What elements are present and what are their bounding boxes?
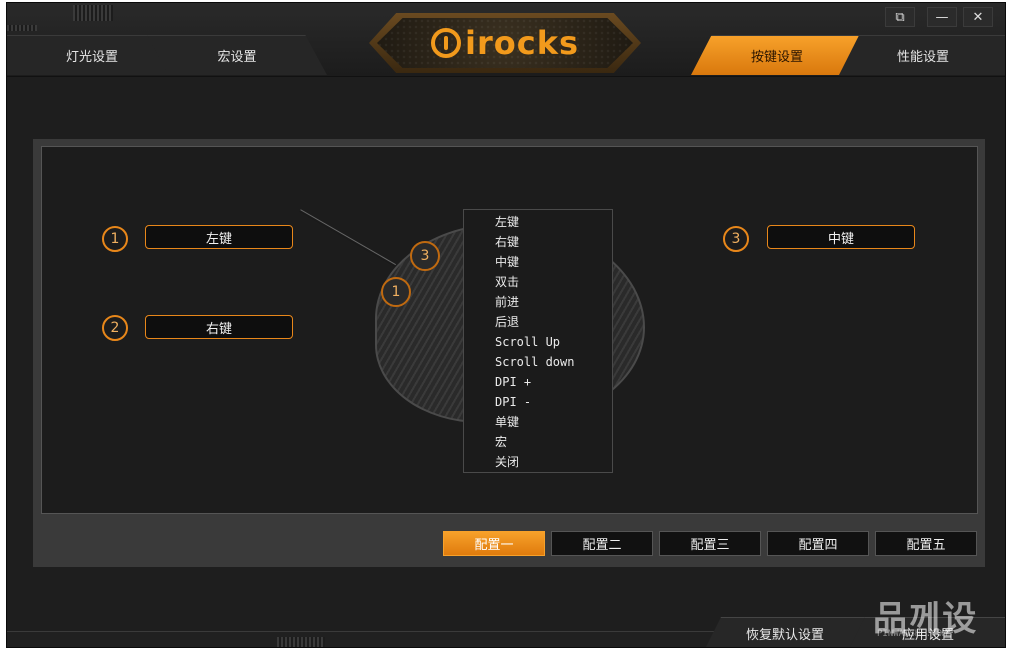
grip-decoration xyxy=(73,5,113,21)
close-icon: ✕ xyxy=(972,9,984,25)
minimize-icon: — xyxy=(935,9,949,25)
dropdown-item[interactable]: 单键 xyxy=(464,412,612,432)
reset-defaults-button[interactable]: 恢复默认设置 xyxy=(705,617,865,647)
tab-key-settings-label: 按键设置 xyxy=(750,49,803,65)
dropdown-item[interactable]: 右键 xyxy=(464,232,612,252)
tab-lighting-label: 灯光设置 xyxy=(65,49,118,65)
dropdown-item[interactable]: DPI + xyxy=(464,372,612,392)
tab-macro-label: 宏设置 xyxy=(217,49,257,65)
dropdown-item[interactable]: Scroll Up xyxy=(464,332,612,352)
top-bar: 灯光设置 宏设置 按键设置 性能设置 irocks ⧉ — ✕ xyxy=(7,3,1005,77)
grip-decoration-left xyxy=(7,25,37,31)
profile-2-button[interactable]: 配置二 xyxy=(551,531,653,556)
dropdown-item[interactable]: 宏 xyxy=(464,432,612,452)
close-button[interactable]: ✕ xyxy=(963,7,993,27)
tab-performance-label: 性能设置 xyxy=(896,49,949,65)
dropdown-item[interactable]: DPI - xyxy=(464,392,612,412)
profile-3-button[interactable]: 配置三 xyxy=(659,531,761,556)
tab-macro[interactable]: 宏设置 xyxy=(147,35,327,75)
middle-button-assign[interactable]: 中键 xyxy=(767,225,915,249)
reset-defaults-label: 恢复默认设置 xyxy=(745,628,824,643)
restore-button[interactable]: ⧉ xyxy=(885,7,915,27)
left-button-assign[interactable]: 左键 xyxy=(145,225,293,249)
app-window: 灯光设置 宏设置 按键设置 性能设置 irocks ⧉ — ✕ 1 左键 2 右… xyxy=(6,2,1006,648)
watermark-sub: PINWANSHE.COM xyxy=(877,629,948,639)
profile-4-button[interactable]: 配置四 xyxy=(767,531,869,556)
minimize-button[interactable]: — xyxy=(927,7,957,27)
mouse-marker-1[interactable]: 1 xyxy=(381,277,411,307)
profile-5-button[interactable]: 配置五 xyxy=(875,531,977,556)
logo-text: irocks xyxy=(464,24,580,62)
bottom-grip-decoration xyxy=(277,637,325,647)
right-button-assign[interactable]: 右键 xyxy=(145,315,293,339)
dropdown-item[interactable]: Scroll down xyxy=(464,352,612,372)
dropdown-item[interactable]: 双击 xyxy=(464,272,612,292)
key-number-3: 3 xyxy=(723,226,749,252)
key-number-2: 2 xyxy=(102,315,128,341)
restore-icon: ⧉ xyxy=(895,9,905,25)
dropdown-item[interactable]: 前进 xyxy=(464,292,612,312)
tab-performance[interactable]: 性能设置 xyxy=(839,35,1005,75)
dropdown-item[interactable]: 后退 xyxy=(464,312,612,332)
dropdown-item[interactable]: 关闭 xyxy=(464,452,612,472)
mouse-marker-3[interactable]: 3 xyxy=(410,241,440,271)
dropdown-item[interactable]: 左键 xyxy=(464,212,612,232)
profile-1-button[interactable]: 配置一 xyxy=(443,531,545,556)
key-number-1: 1 xyxy=(102,226,128,252)
dropdown-item[interactable]: 中键 xyxy=(464,252,612,272)
logo: irocks xyxy=(377,18,633,68)
logo-mark-icon xyxy=(430,28,461,58)
tab-key-settings[interactable]: 按键设置 xyxy=(691,35,863,75)
key-function-dropdown: 左键 右键 中键 双击 前进 后退 Scroll Up Scroll down … xyxy=(463,209,613,473)
